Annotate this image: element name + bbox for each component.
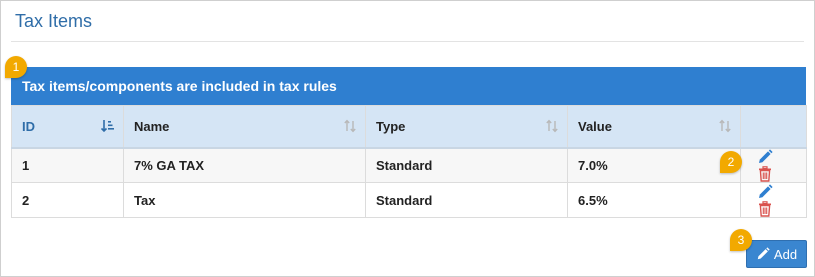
table-row: 1 7% GA TAX Standard 7.0% <box>11 147 807 183</box>
info-banner: Tax items/components are included in tax… <box>11 67 806 105</box>
sort-both-icon <box>344 119 356 133</box>
sort-both-icon <box>719 119 731 133</box>
column-header-label: Value <box>578 118 612 134</box>
sort-ascending-icon <box>101 120 114 133</box>
callout-number: 2 <box>727 155 735 169</box>
column-header-name[interactable]: Name <box>123 105 366 149</box>
callout-number: 3 <box>737 233 745 247</box>
delete-trash-icon[interactable] <box>757 166 773 182</box>
edit-pencil-icon[interactable] <box>757 149 773 165</box>
edit-pencil-icon[interactable] <box>757 184 773 200</box>
tax-items-table: ID Name Type Value 1 7% GA TAX Standard … <box>11 105 807 218</box>
column-header-label: Type <box>376 118 406 134</box>
page-title: Tax Items <box>15 11 93 31</box>
cell-value: 7.0% <box>567 147 741 183</box>
callout-number: 1 <box>12 60 20 74</box>
sort-both-icon <box>546 119 558 133</box>
cell-id: 1 <box>11 147 124 183</box>
add-tax-item-button[interactable]: Add <box>746 240 807 268</box>
column-header-label: Name <box>134 118 170 134</box>
column-header-label: ID <box>22 118 35 134</box>
add-button-label: Add <box>773 246 798 262</box>
cell-type: Standard <box>365 182 568 218</box>
cell-name: 7% GA TAX <box>123 147 366 183</box>
pencil-icon <box>757 247 770 260</box>
callout-marker: 1 <box>5 56 27 78</box>
column-header-type[interactable]: Type <box>365 105 568 149</box>
tax-items-panel: Tax Items Tax items/components are inclu… <box>0 0 815 277</box>
callout-marker: 3 <box>730 229 752 251</box>
callout-marker: 2 <box>720 151 742 173</box>
delete-trash-icon[interactable] <box>757 200 773 217</box>
cell-value: 6.5% <box>567 182 741 218</box>
cell-name: Tax <box>123 182 366 218</box>
cell-type: Standard <box>365 147 568 183</box>
column-header-id[interactable]: ID <box>11 105 124 149</box>
cell-id: 2 <box>11 182 124 218</box>
cell-actions <box>740 182 807 218</box>
cell-actions <box>740 147 807 183</box>
column-header-value[interactable]: Value <box>567 105 741 149</box>
column-header-actions <box>740 105 807 149</box>
table-header-row: ID Name Type Value <box>11 105 807 149</box>
title-divider <box>11 41 804 42</box>
table-row: 2 Tax Standard 6.5% <box>11 182 807 218</box>
